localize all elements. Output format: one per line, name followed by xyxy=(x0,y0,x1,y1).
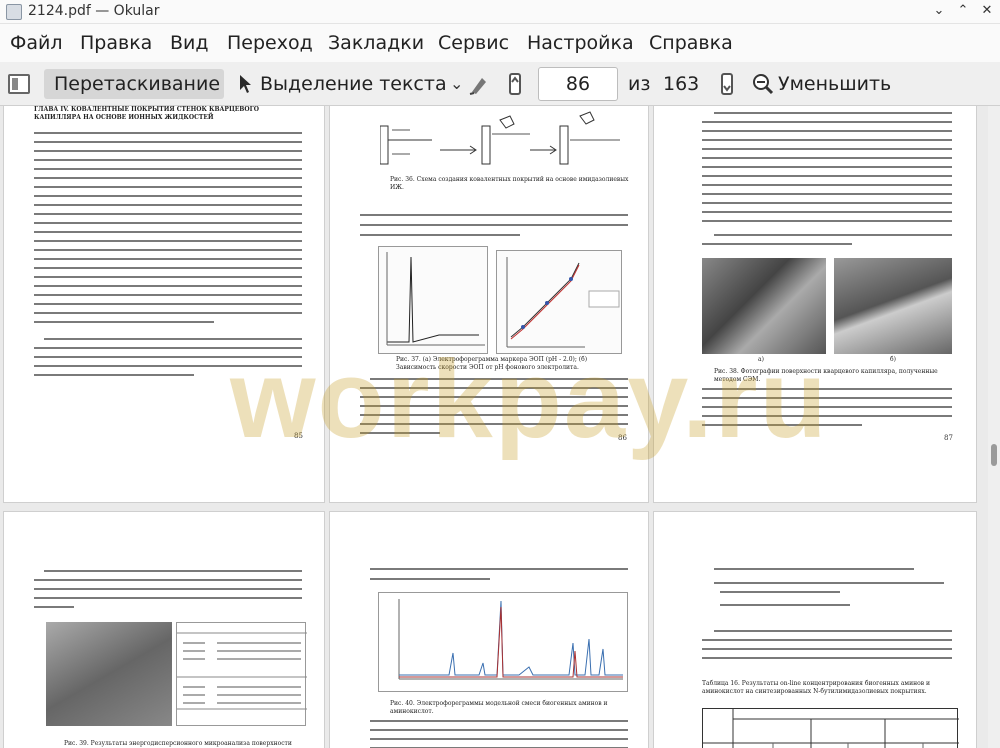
table-16 xyxy=(702,708,959,748)
figure-37-caption: Рис. 37. (а) Электрофореграмма маркера Э… xyxy=(396,356,588,371)
menu-help[interactable]: Справка xyxy=(649,32,733,54)
menu-file[interactable]: Файл xyxy=(10,32,63,54)
eof-velocity-chart xyxy=(496,250,622,354)
menu-edit[interactable]: Правка xyxy=(80,32,152,54)
page-of-label: из xyxy=(628,73,651,95)
zoom-out-icon xyxy=(753,74,774,95)
figure-39-caption: Рис. 39. Результаты энергодисперсионного… xyxy=(64,740,292,747)
table-16-caption: Таблица 16. Результаты on-line концентри… xyxy=(702,680,930,695)
close-icon[interactable]: ✕ xyxy=(978,3,996,18)
sidebar-toggle-icon[interactable] xyxy=(8,74,30,94)
menu-tools[interactable]: Сервис xyxy=(438,32,509,54)
chevron-down-icon[interactable]: ⌄ xyxy=(450,74,463,93)
zoom-out-label: Уменьшить xyxy=(778,73,892,95)
page-89: Рис. 40. Электрофореграммы модельной сме… xyxy=(330,512,648,748)
document-viewport[interactable]: ГЛАВА IV. КОВАЛЕНТНЫЕ ПОКРЫТИЯ СТЕНОК КВ… xyxy=(0,106,1000,748)
sem-label-b: б) xyxy=(890,356,896,363)
page-90: Таблица 16. Результаты on-line концентри… xyxy=(654,512,976,748)
chapter-heading: ГЛАВА IV. КОВАЛЕНТНЫЕ ПОКРЫТИЯ СТЕНОК КВ… xyxy=(34,106,259,121)
sem-image-a xyxy=(702,258,826,354)
page-number-input[interactable]: 86 xyxy=(538,67,618,101)
drag-mode-button[interactable]: Перетаскивание xyxy=(44,69,224,99)
electropherogram-fig40 xyxy=(378,592,628,692)
next-page-icon[interactable] xyxy=(720,72,734,96)
minimize-icon[interactable]: ⌄ xyxy=(930,3,948,18)
page-number-86: 86 xyxy=(618,434,627,442)
figure-36-caption: Рис. 36. Схема создания ковалентных покр… xyxy=(390,176,629,191)
menu-view[interactable]: Вид xyxy=(170,32,209,54)
text-select-button[interactable]: Выделение текста xyxy=(238,69,447,99)
page-88: Рис. 39. Результаты энергодисперсионного… xyxy=(4,512,324,748)
drag-mode-label: Перетаскивание xyxy=(54,73,221,95)
main-toolbar: Перетаскивание Выделение текста ⌄ 86 из … xyxy=(0,62,1000,106)
previous-page-icon[interactable] xyxy=(508,72,522,96)
cursor-arrow-icon xyxy=(240,75,251,93)
page-number-85: 85 xyxy=(294,432,303,440)
menu-bar: Файл Правка Вид Переход Закладки Сервис … xyxy=(0,24,1000,62)
zoom-out-button[interactable]: Уменьшить xyxy=(752,69,891,99)
maximize-icon[interactable]: ⌃ xyxy=(954,3,972,18)
figure-38-caption: Рис. 38. Фотографии поверхности кварцево… xyxy=(714,368,938,383)
window-title: 2124.pdf — Okular xyxy=(28,3,160,19)
sem-image-b xyxy=(834,258,952,354)
title-bar: 2124.pdf — Okular ⌄ ⌃ ✕ xyxy=(0,0,1000,24)
page-85: ГЛАВА IV. КОВАЛЕНТНЫЕ ПОКРЫТИЯ СТЕНОК КВ… xyxy=(4,106,324,502)
okular-app-icon xyxy=(6,4,22,20)
reaction-scheme-figure xyxy=(380,111,620,165)
electropherogram-figure xyxy=(378,246,488,354)
page-87: а) б) Рис. 38. Фотографии поверхности кв… xyxy=(654,106,976,502)
text-select-label: Выделение текста xyxy=(260,73,447,95)
scrollbar-thumb[interactable] xyxy=(991,444,997,466)
edx-results-table xyxy=(176,622,307,726)
page-86: Рис. 36. Схема создания ковалентных покр… xyxy=(330,106,648,502)
vertical-scrollbar[interactable] xyxy=(988,106,1000,748)
total-pages-label: 163 xyxy=(663,73,700,95)
sem-image-fig39 xyxy=(46,622,172,726)
pen-annotate-icon[interactable] xyxy=(468,74,490,96)
figure-40-caption: Рис. 40. Электрофореграммы модельной сме… xyxy=(390,700,608,715)
menu-go[interactable]: Переход xyxy=(227,32,313,54)
sem-label-a: а) xyxy=(758,356,764,363)
menu-bookmarks[interactable]: Закладки xyxy=(328,32,424,54)
menu-settings[interactable]: Настройка xyxy=(527,32,634,54)
page-number-87: 87 xyxy=(944,434,953,442)
